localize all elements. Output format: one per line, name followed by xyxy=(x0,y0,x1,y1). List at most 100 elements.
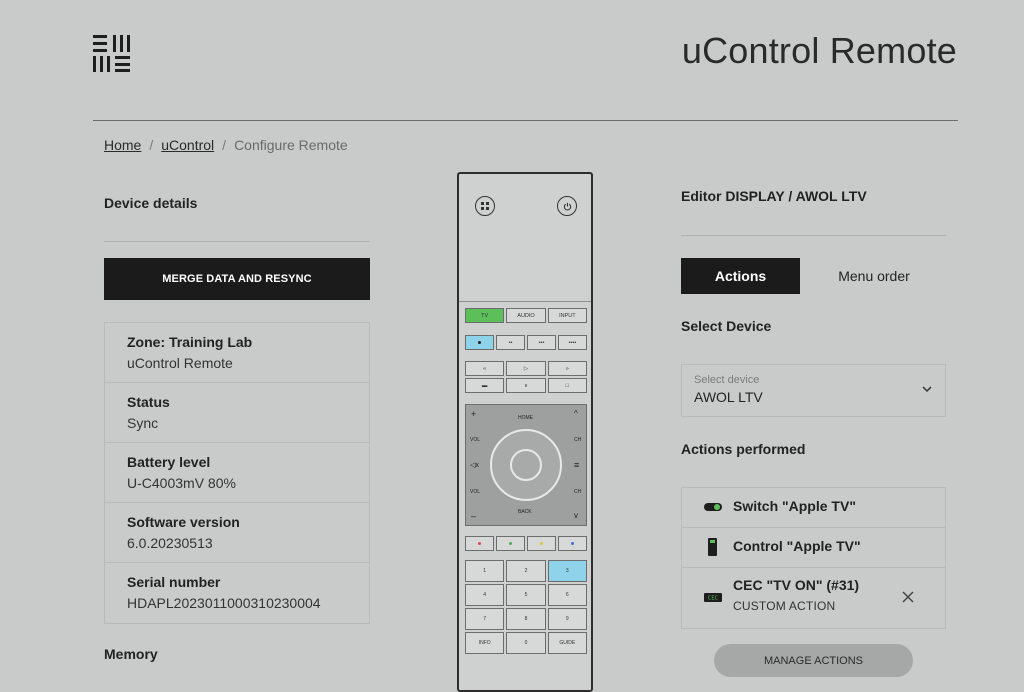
numpad-key[interactable]: 2 xyxy=(506,560,546,582)
grid-icon xyxy=(481,202,489,210)
breadcrumb: Home / uControl / Configure Remote xyxy=(104,137,348,153)
numpad-key[interactable]: 8 xyxy=(506,608,546,630)
detail-row-battery: Battery level U-C4003mV 80% xyxy=(105,443,369,503)
blue-key[interactable] xyxy=(558,536,587,551)
action-row-switch[interactable]: Switch "Apple TV" xyxy=(682,488,945,528)
numpad-key[interactable]: 6 xyxy=(547,584,587,606)
breadcrumb-separator: / xyxy=(222,137,227,153)
breadcrumb-current: Configure Remote xyxy=(234,137,348,153)
ch-down-label[interactable]: CH xyxy=(574,489,581,495)
green-key[interactable] xyxy=(496,536,525,551)
detail-label: Serial number xyxy=(127,574,221,590)
editor-title: Editor DISPLAY / AWOL LTV xyxy=(681,188,867,204)
back-label[interactable]: BACK xyxy=(518,509,532,515)
right-divider xyxy=(681,235,946,236)
left-divider xyxy=(104,241,370,242)
fast-forward-icon[interactable]: » xyxy=(547,361,587,376)
scene-3-button[interactable]: ••• xyxy=(527,335,556,350)
dpad-block: HOME BACK VOL VOL CH CH + – ^ v ◁x ≡ xyxy=(465,404,587,526)
numpad-key[interactable]: 1 xyxy=(465,560,505,582)
detail-row-software: Software version 6.0.20230513 xyxy=(105,503,369,563)
mute-icon[interactable]: ◁x xyxy=(470,461,479,469)
remote-preview: TV AUDIO INPUT •• ••• •••• « ▷ » ▬ ıı □ … xyxy=(457,172,593,692)
input-button[interactable]: INPUT xyxy=(547,308,587,323)
numpad-key[interactable]: 5 xyxy=(506,584,546,606)
vol-plus-icon[interactable]: + xyxy=(471,409,476,419)
yellow-key[interactable] xyxy=(527,536,556,551)
power-icon xyxy=(563,202,571,210)
header-divider xyxy=(93,120,958,121)
dpad-ok-button[interactable] xyxy=(510,449,542,481)
ch-up-label[interactable]: CH xyxy=(574,437,581,443)
action-row-cec[interactable]: CEC CEC "TV ON" (#31) CUSTOM ACTION xyxy=(682,568,945,628)
power-button[interactable] xyxy=(557,196,577,216)
pause-icon[interactable]: ıı xyxy=(506,378,546,393)
breadcrumb-separator: / xyxy=(149,137,154,153)
ch-up-icon[interactable]: ^ xyxy=(574,409,578,418)
select-device-placeholder: Select device xyxy=(694,374,760,386)
stop-icon[interactable]: □ xyxy=(547,378,587,393)
tv-button[interactable]: TV xyxy=(465,308,505,323)
detail-label: Status xyxy=(127,394,170,410)
select-device-title: Select Device xyxy=(681,318,772,334)
scene-4-button[interactable]: •••• xyxy=(558,335,587,350)
scene-1-button[interactable] xyxy=(465,335,494,350)
detail-value: HDAPL2023011000310230004 xyxy=(127,595,321,611)
audio-button[interactable]: AUDIO xyxy=(506,308,546,323)
ch-down-icon[interactable]: v xyxy=(574,511,578,520)
scene-row: •• ••• •••• xyxy=(465,335,587,350)
menu-list-icon[interactable]: ≡ xyxy=(574,460,579,470)
detail-row-zone: Zone: Training Lab uControl Remote xyxy=(105,323,369,383)
home-label[interactable]: HOME xyxy=(518,415,533,421)
detail-value: U-C4003mV 80% xyxy=(127,475,236,491)
merge-resync-button[interactable]: MERGE DATA AND RESYNC xyxy=(104,258,370,300)
menu-grid-button[interactable] xyxy=(475,196,495,216)
numpad-key[interactable]: GUIDE xyxy=(547,632,587,654)
chevron-down-icon[interactable] xyxy=(921,383,933,395)
close-icon[interactable] xyxy=(901,590,915,604)
numpad-key[interactable]: 0 xyxy=(506,632,546,654)
grid-logo-icon[interactable] xyxy=(93,35,131,73)
vol-down-label[interactable]: VOL xyxy=(470,489,480,495)
detail-row-status: Status Sync xyxy=(105,383,369,443)
remote-control-icon xyxy=(708,538,717,556)
svg-text:CEC: CEC xyxy=(708,596,719,602)
numpad-key[interactable]: 4 xyxy=(465,584,505,606)
vol-up-label[interactable]: VOL xyxy=(470,437,480,443)
tab-menu-order[interactable]: Menu order xyxy=(812,258,936,294)
breadcrumb-home-link[interactable]: Home xyxy=(104,137,141,153)
cec-badge-icon: CEC xyxy=(704,593,722,602)
action-row-control[interactable]: Control "Apple TV" xyxy=(682,528,945,568)
detail-value: 6.0.20230513 xyxy=(127,535,213,551)
select-device-value: AWOL LTV xyxy=(694,389,763,405)
numpad-key[interactable]: INFO xyxy=(465,632,505,654)
toggle-switch-icon xyxy=(704,503,722,511)
detail-value: uControl Remote xyxy=(127,355,233,371)
red-key[interactable] xyxy=(465,536,494,551)
tab-actions[interactable]: Actions xyxy=(681,258,800,294)
select-device-dropdown[interactable]: Select device AWOL LTV xyxy=(681,364,946,417)
device-details-title: Device details xyxy=(104,195,198,211)
record-icon[interactable]: ▬ xyxy=(465,378,505,393)
play-icon[interactable]: ▷ xyxy=(506,361,546,376)
detail-row-serial: Serial number HDAPL2023011000310230004 xyxy=(105,563,369,623)
app-title: uControl Remote xyxy=(681,30,957,71)
transport-row-1: « ▷ » xyxy=(465,361,587,376)
detail-label: Zone: Training Lab xyxy=(127,334,253,350)
detail-value: Sync xyxy=(127,415,159,431)
rewind-icon[interactable]: « xyxy=(465,361,505,376)
breadcrumb-ucontrol-link[interactable]: uControl xyxy=(161,137,214,153)
numpad-key[interactable]: 7 xyxy=(465,608,505,630)
actions-list: Switch "Apple TV" Control "Apple TV" CEC… xyxy=(681,487,946,629)
scene-2-button[interactable]: •• xyxy=(496,335,525,350)
source-row: TV AUDIO INPUT xyxy=(465,308,587,323)
numpad-key[interactable]: 3 xyxy=(547,560,587,582)
memory-title: Memory xyxy=(104,646,158,662)
dpad-ring[interactable] xyxy=(490,429,562,501)
numpad-key[interactable]: 9 xyxy=(547,608,587,630)
detail-label: Battery level xyxy=(127,454,211,470)
vol-minus-icon[interactable]: – xyxy=(471,511,476,521)
actions-performed-title: Actions performed xyxy=(681,441,806,457)
device-details-list: Zone: Training Lab uControl Remote Statu… xyxy=(104,322,370,624)
manage-actions-button[interactable]: MANAGE ACTIONS xyxy=(714,644,913,677)
